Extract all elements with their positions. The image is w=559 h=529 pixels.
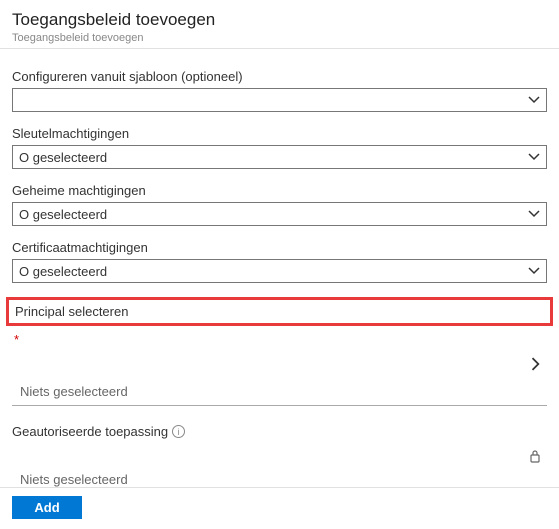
key-permissions-value: O geselecteerd [19,150,107,165]
field-secret-permissions: Geheime machtigingen O geselecteerd [12,183,547,226]
authorized-app-label-text: Geautoriseerde toepassing [12,424,168,439]
page-title: Toegangsbeleid toevoegen [12,10,547,30]
principal-required: * [14,332,545,347]
key-permissions-select[interactable]: O geselecteerd [12,145,547,169]
add-button[interactable]: Add [12,496,82,519]
chevron-right-icon [529,355,543,376]
page-header: Toegangsbeleid toevoegen Toegangsbeleid … [0,0,559,49]
chevron-down-icon [528,151,540,163]
secret-permissions-select[interactable]: O geselecteerd [12,202,547,226]
field-key-permissions: Sleutelmachtigingen O geselecteerd [12,126,547,169]
field-template: Configureren vanuit sjabloon (optioneel) [12,69,547,112]
lock-icon [529,449,541,466]
chevron-down-icon [528,265,540,277]
principal-picker-row[interactable] [12,347,547,380]
authorized-app-lock-row [12,443,547,468]
authorized-app-label: Geautoriseerde toepassing i [12,424,547,439]
principal-value: Niets geselecteerd [12,380,547,406]
template-select[interactable] [12,88,547,112]
certificate-permissions-label: Certificaatmachtigingen [12,240,547,255]
field-certificate-permissions: Certificaatmachtigingen O geselecteerd [12,240,547,283]
chevron-down-icon [528,208,540,220]
principal-highlight: Principal selecteren [6,297,553,326]
chevron-down-icon [528,94,540,106]
principal-label: Principal selecteren [15,304,544,319]
certificate-permissions-value: O geselecteerd [19,264,107,279]
secret-permissions-label: Geheime machtigingen [12,183,547,198]
info-icon[interactable]: i [172,425,185,438]
certificate-permissions-select[interactable]: O geselecteerd [12,259,547,283]
page-subtitle: Toegangsbeleid toevoegen [12,32,547,44]
form-content: Configureren vanuit sjabloon (optioneel)… [0,49,559,502]
template-label: Configureren vanuit sjabloon (optioneel) [12,69,547,84]
footer: Add [0,487,559,529]
secret-permissions-value: O geselecteerd [19,207,107,222]
key-permissions-label: Sleutelmachtigingen [12,126,547,141]
